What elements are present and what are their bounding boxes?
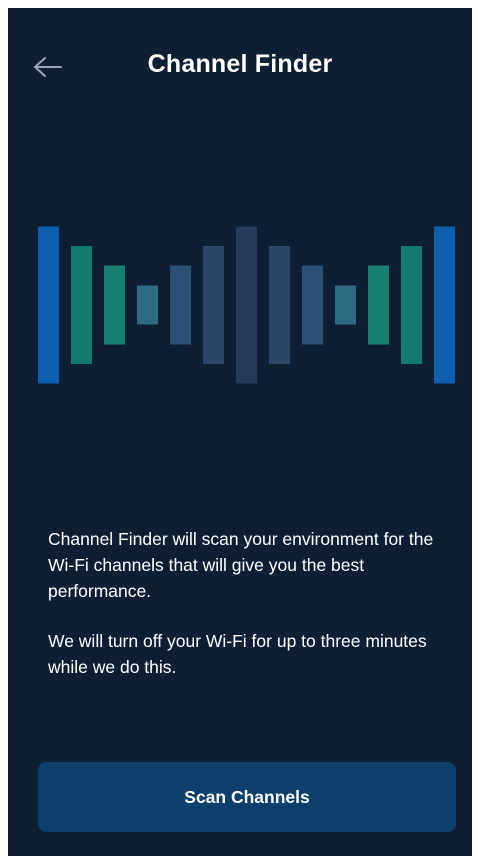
- signal-bar: [71, 246, 92, 364]
- description: Channel Finder will scan your environmen…: [48, 526, 448, 704]
- signal-bar: [104, 265, 125, 345]
- scan-channels-button[interactable]: Scan Channels: [38, 762, 456, 832]
- channel-finder-screen: Channel Finder Channel Finder will scan …: [8, 8, 472, 856]
- description-paragraph-2: We will turn off your Wi-Fi for up to th…: [48, 631, 427, 677]
- signal-bar: [401, 246, 422, 364]
- signal-bar: [38, 226, 59, 384]
- signal-bar: [137, 285, 158, 325]
- signal-bar: [170, 265, 191, 345]
- signal-bar: [236, 226, 257, 384]
- signal-bar: [269, 246, 290, 364]
- signal-bar: [302, 265, 323, 345]
- signal-bar: [335, 285, 356, 325]
- signal-bar: [434, 226, 455, 384]
- signal-bars-icon: [38, 226, 455, 384]
- description-paragraph-1: Channel Finder will scan your environmen…: [48, 529, 434, 601]
- signal-bar: [203, 246, 224, 364]
- signal-bar: [368, 265, 389, 345]
